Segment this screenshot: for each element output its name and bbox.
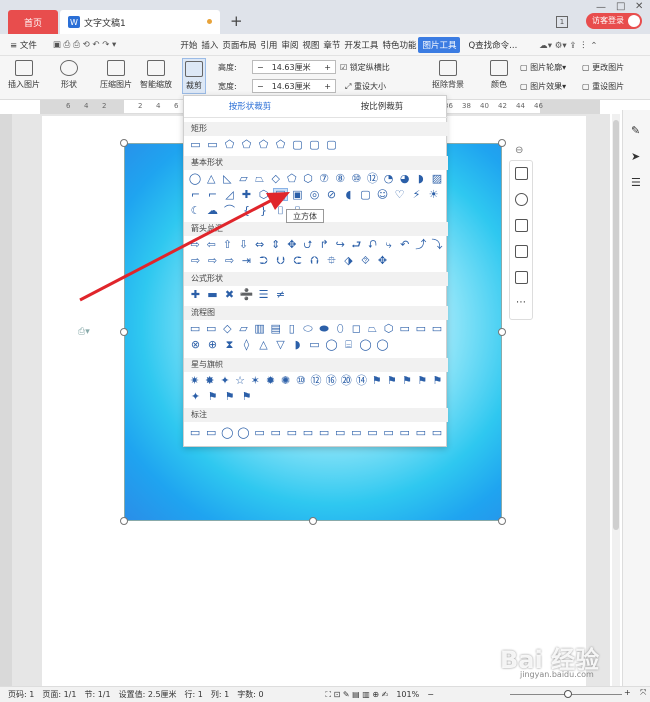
status-pages: 页面: 1/1 [42,690,77,699]
fit-icon[interactable]: ⤧ [640,688,646,698]
zoom-out-button[interactable]: − [427,690,434,699]
status-row: 行: 1 [184,690,203,699]
zoom-slider-thumb[interactable] [564,690,572,698]
watermark-url: jingyan.baidu.com [520,670,594,679]
status-section: 节: 1/1 [84,690,111,699]
view-mode-icons[interactable]: ⛶ ⊡ ✎ ▤ ▥ ⊕ ✍ [326,690,389,700]
status-col: 列: 1 [210,690,230,699]
annotation-arrow [79,192,290,302]
zoom-in-button[interactable]: + [624,688,631,697]
annotation-arrow-line [79,198,273,302]
status-setting: 设置值: 2.5厘米 [118,690,177,699]
status-bar: 页码: 1 页面: 1/1 节: 1/1 设置值: 2.5厘米 行: 1 列: … [0,686,650,702]
status-page: 页码: 1 [8,690,35,699]
zoom-level[interactable]: 101% [396,690,419,699]
status-words: 字数: 0 [237,690,264,699]
